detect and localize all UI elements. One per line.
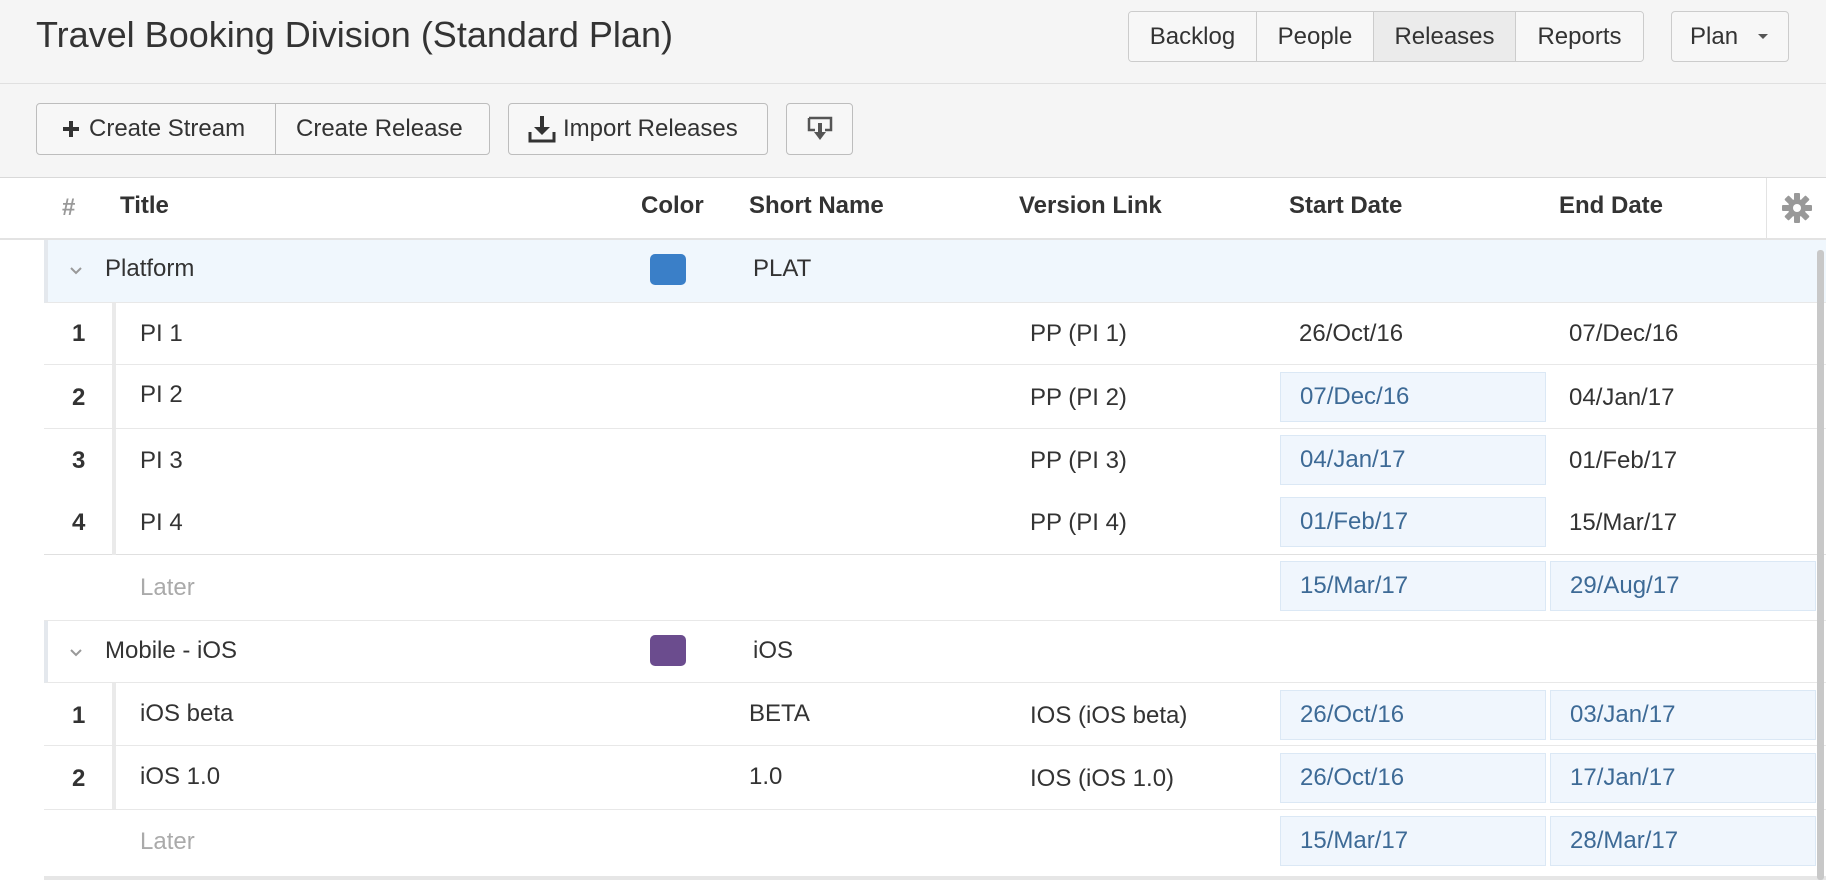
later-label: Later: [140, 574, 195, 601]
chevron-down-icon[interactable]: [68, 262, 84, 278]
release-end-date[interactable]: 07/Dec/16: [1569, 320, 1678, 348]
release-title[interactable]: iOS beta: [140, 700, 233, 728]
release-start-date[interactable]: 26/Oct/16: [1299, 320, 1403, 348]
import-releases-label: Import Releases: [563, 115, 738, 142]
later-label: Later: [140, 828, 195, 855]
release-title[interactable]: PI 2: [140, 381, 183, 409]
download-icon: [528, 116, 556, 143]
release-end-date[interactable]: 03/Jan/17: [1550, 690, 1816, 740]
release-number: 4: [72, 509, 86, 536]
release-version-link[interactable]: PP (PI 1): [1030, 320, 1127, 348]
release-title[interactable]: PI 3: [140, 447, 183, 475]
release-version-link[interactable]: PP (PI 3): [1030, 447, 1127, 475]
release-end-date[interactable]: 15/Mar/17: [1569, 509, 1677, 537]
release-end-date[interactable]: 17/Jan/17: [1550, 753, 1816, 803]
col-number: #: [62, 194, 76, 221]
table-settings-button[interactable]: [1766, 178, 1826, 238]
release-version-link[interactable]: IOS (iOS beta): [1030, 702, 1187, 730]
release-short-name[interactable]: BETA: [749, 700, 810, 728]
create-release-button[interactable]: Create Release: [275, 103, 490, 155]
table-row: 2 iOS 1.0 1.0 IOS (iOS 1.0) 26/Oct/16 17…: [44, 746, 1826, 810]
table-row: 2 PI 2 PP (PI 2) 07/Dec/16 04/Jan/17: [44, 365, 1826, 429]
export-icon: [807, 116, 832, 140]
release-short-name[interactable]: 1.0: [749, 763, 782, 791]
later-row: Later 15/Mar/17 28/Mar/17: [44, 810, 1826, 876]
chevron-down-icon[interactable]: [68, 644, 84, 660]
nav-releases[interactable]: Releases: [1374, 12, 1516, 61]
col-end-date[interactable]: End Date: [1559, 192, 1663, 220]
release-title[interactable]: PI 1: [140, 320, 183, 348]
page-header: Travel Booking Division (Standard Plan) …: [0, 0, 1826, 84]
stream-title[interactable]: Platform: [105, 255, 194, 283]
table-row-group: 3 PI 3 PP (PI 3) 04/Jan/17 01/Feb/17 4 P…: [44, 429, 1826, 555]
create-release-label: Create Release: [296, 115, 463, 142]
page-title: Travel Booking Division (Standard Plan): [36, 14, 673, 55]
stream-row[interactable]: Mobile - iOS iOS: [44, 621, 1826, 683]
stream-color-swatch[interactable]: [650, 254, 686, 285]
release-number: 1: [72, 320, 86, 347]
create-stream-label: Create Stream: [89, 115, 246, 142]
col-version-link[interactable]: Version Link: [1019, 192, 1162, 220]
export-button[interactable]: [786, 103, 853, 155]
view-nav: Backlog People Releases Reports: [1128, 11, 1644, 62]
release-title[interactable]: iOS 1.0: [140, 763, 220, 791]
stream-row[interactable]: Platform PLAT: [44, 240, 1826, 303]
gear-icon: [1782, 193, 1812, 223]
later-row: Later 15/Mar/17 29/Aug/17: [44, 555, 1826, 621]
later-start-date[interactable]: 15/Mar/17: [1280, 561, 1546, 611]
nav-people[interactable]: People: [1257, 12, 1374, 61]
col-short-name[interactable]: Short Name: [749, 192, 884, 220]
create-stream-button[interactable]: Create Stream: [36, 103, 276, 155]
plan-dropdown-label: Plan: [1690, 23, 1739, 50]
later-end-date[interactable]: 29/Aug/17: [1550, 561, 1816, 611]
release-number: 2: [72, 765, 86, 792]
release-number: 1: [72, 702, 86, 729]
stream-title[interactable]: Mobile - iOS: [105, 637, 237, 665]
stream-short-name[interactable]: PLAT: [753, 255, 811, 283]
release-start-date[interactable]: 26/Oct/16: [1280, 690, 1546, 740]
later-start-date[interactable]: 15/Mar/17: [1280, 816, 1546, 866]
release-start-date[interactable]: 26/Oct/16: [1280, 753, 1546, 803]
release-number: 3: [72, 447, 86, 474]
table-header: # Title Color Short Name Version Link St…: [0, 178, 1826, 240]
release-end-date[interactable]: 04/Jan/17: [1569, 384, 1674, 412]
caret-down-icon: [1758, 34, 1768, 39]
plan-dropdown[interactable]: Plan: [1671, 11, 1789, 62]
stream-short-name[interactable]: iOS: [753, 637, 793, 665]
stream-color-swatch[interactable]: [650, 635, 686, 666]
import-releases-button[interactable]: Import Releases: [508, 103, 768, 155]
release-version-link[interactable]: PP (PI 2): [1030, 384, 1127, 412]
toolbar: Create Stream Create Release Import Rele…: [0, 84, 1826, 178]
table-row: 1 PI 1 PP (PI 1) 26/Oct/16 07/Dec/16: [44, 303, 1826, 365]
table-row: 1 iOS beta BETA IOS (iOS beta) 26/Oct/16…: [44, 683, 1826, 746]
release-start-date[interactable]: 01/Feb/17: [1280, 497, 1546, 547]
later-end-date[interactable]: 28/Mar/17: [1550, 816, 1816, 866]
release-number: 2: [72, 384, 86, 411]
col-title[interactable]: Title: [120, 192, 169, 220]
col-start-date[interactable]: Start Date: [1289, 192, 1402, 220]
release-end-date[interactable]: 01/Feb/17: [1569, 447, 1677, 475]
vertical-scrollbar[interactable]: [1817, 250, 1824, 880]
release-version-link[interactable]: PP (PI 4): [1030, 509, 1127, 537]
nav-backlog[interactable]: Backlog: [1129, 12, 1257, 61]
divider: [44, 876, 1826, 880]
col-color[interactable]: Color: [641, 192, 704, 220]
release-version-link[interactable]: IOS (iOS 1.0): [1030, 765, 1174, 793]
release-start-date[interactable]: 04/Jan/17: [1280, 435, 1546, 485]
plus-icon: [63, 121, 79, 137]
nav-reports[interactable]: Reports: [1516, 12, 1643, 61]
release-title[interactable]: PI 4: [140, 509, 183, 537]
release-start-date[interactable]: 07/Dec/16: [1280, 372, 1546, 422]
